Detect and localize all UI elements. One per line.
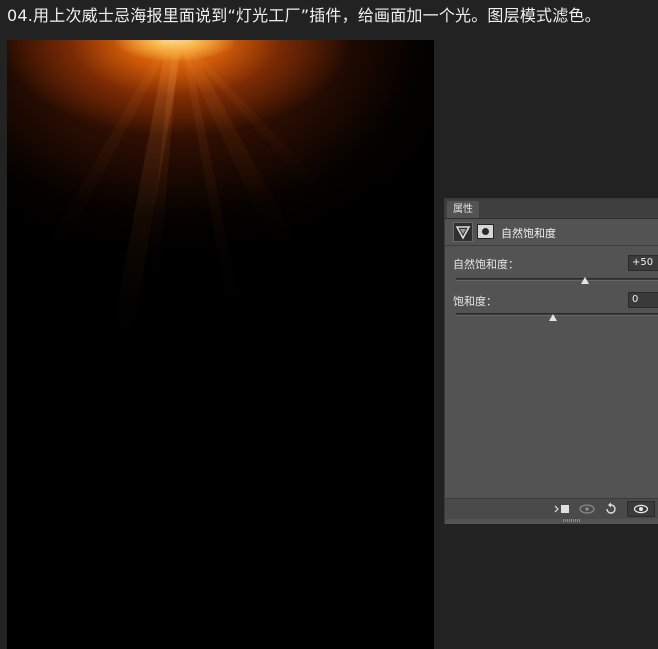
tab-properties[interactable]: 属性 <box>447 201 479 218</box>
visibility-eye-icon[interactable] <box>627 501 655 517</box>
vibrance-label: 自然饱和度： <box>453 258 519 271</box>
vibrance-slider-track[interactable] <box>456 278 658 281</box>
vibrance-triangle-icon <box>455 226 471 240</box>
tutorial-screenshot: 04.用上次威士忌海报里面说到“灯光工厂”插件，给画面加一个光。图层模式滤色。 … <box>0 0 658 649</box>
adjustment-title: 自然饱和度 <box>501 227 556 240</box>
panel-footer <box>445 498 658 519</box>
saturation-value-input[interactable]: 0 <box>628 292 658 308</box>
vibrance-value-input[interactable]: +50 <box>628 255 658 271</box>
layer-mask-icon[interactable] <box>477 224 494 239</box>
light-rays <box>29 40 337 370</box>
adjustment-header: 自然饱和度 <box>445 219 658 246</box>
reset-glyph-icon <box>606 502 616 514</box>
view-previous-state-icon[interactable] <box>576 501 598 517</box>
eye-glyph-icon <box>633 504 649 514</box>
vibrance-slider-thumb[interactable] <box>581 277 589 284</box>
tutorial-caption: 04.用上次威士忌海报里面说到“灯光工厂”插件，给画面加一个光。图层模式滤色。 <box>7 6 601 25</box>
panel-tab-bar: 属性 <box>445 199 658 219</box>
clip-to-layer-glyph-icon <box>554 505 569 513</box>
clip-to-layer-icon[interactable] <box>551 501 573 517</box>
properties-panel: 属性 自然饱和度 自然饱和度： +50 饱和度： 0 <box>444 198 658 524</box>
vibrance-adjustment-icon[interactable] <box>453 222 473 242</box>
reset-icon[interactable] <box>600 501 622 517</box>
document-canvas[interactable] <box>7 40 434 649</box>
saturation-label: 饱和度： <box>453 295 497 308</box>
panel-resize-grip[interactable] <box>563 519 581 522</box>
view-previous-glyph-icon <box>579 504 595 514</box>
saturation-slider-track[interactable] <box>456 313 658 316</box>
saturation-slider-thumb[interactable] <box>549 314 557 321</box>
